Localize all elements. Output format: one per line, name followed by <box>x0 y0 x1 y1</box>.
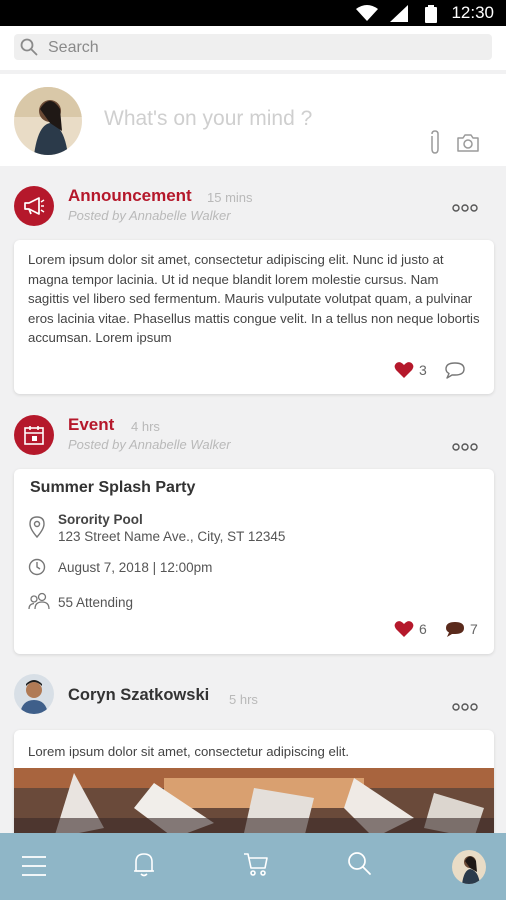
search-input[interactable]: Search <box>14 34 492 60</box>
announcement-post-header: Announcement 15 mins Posted by Annabelle… <box>0 186 506 236</box>
post-photo[interactable] <box>14 768 494 838</box>
post-title: Event <box>68 415 115 434</box>
profile-avatar[interactable] <box>452 850 486 884</box>
calendar-icon <box>24 426 44 445</box>
post-time: 5 hrs <box>229 692 258 707</box>
signal-icon <box>390 5 408 22</box>
event-post-header: Event 4 hrs Posted by Annabelle Walker <box>0 415 506 465</box>
comment-icon[interactable] <box>444 361 466 379</box>
battery-icon <box>425 5 437 23</box>
comment-count: 7 <box>470 621 478 637</box>
status-bar: 12:30 <box>0 0 506 26</box>
announcement-card: Lorem ipsum dolor sit amet, consectetur … <box>14 240 494 394</box>
comment-icon[interactable] <box>444 620 466 638</box>
event-name: Summer Splash Party <box>30 479 196 496</box>
wifi-icon <box>356 5 378 21</box>
bell-icon[interactable] <box>133 851 155 877</box>
people-icon <box>28 592 50 610</box>
location-icon <box>29 516 45 538</box>
post-author: Posted by Annabelle Walker <box>68 208 231 223</box>
more-icon[interactable] <box>452 703 478 711</box>
post-title: Announcement <box>68 186 192 205</box>
more-icon[interactable] <box>452 204 478 212</box>
post-author: Posted by Annabelle Walker <box>68 437 231 452</box>
cart-icon[interactable] <box>243 851 269 877</box>
search-area: Search <box>0 26 506 70</box>
megaphone-icon <box>24 197 45 215</box>
post-body: Lorem ipsum dolor sit amet, consectetur … <box>28 744 350 759</box>
like-count: 3 <box>419 362 427 378</box>
event-card: Summer Splash Party Sorority Pool 123 St… <box>14 469 494 654</box>
event-location-name: Sorority Pool <box>58 512 143 527</box>
heart-icon[interactable] <box>394 361 414 379</box>
avatar[interactable] <box>14 87 82 155</box>
post-composer: What's on your mind ? <box>0 74 506 166</box>
post-author: Coryn Szatkowski <box>68 686 210 704</box>
like-count: 6 <box>419 621 427 637</box>
camera-icon[interactable] <box>456 134 480 152</box>
event-attending: 55 Attending <box>58 595 134 610</box>
search-icon <box>20 38 38 56</box>
bottom-nav <box>0 833 506 900</box>
status-time: 12:30 <box>451 3 494 22</box>
author-avatar[interactable] <box>14 674 54 714</box>
search-nav-icon[interactable] <box>347 851 371 875</box>
composer-prompt[interactable]: What's on your mind ? <box>104 107 312 131</box>
more-icon[interactable] <box>452 443 478 451</box>
event-datetime: August 7, 2018 | 12:00pm <box>58 560 213 575</box>
clock-icon <box>28 558 46 576</box>
post-body: Lorem ipsum dolor sit amet, consectetur … <box>28 252 480 345</box>
menu-icon[interactable] <box>21 855 47 877</box>
event-badge <box>14 415 54 455</box>
event-address: 123 Street Name Ave., City, ST 12345 <box>58 529 286 544</box>
search-placeholder: Search <box>48 39 99 56</box>
post-time: 4 hrs <box>131 419 160 434</box>
user-post-header: Coryn Szatkowski 5 hrs <box>0 674 506 724</box>
user-post-card: Lorem ipsum dolor sit amet, consectetur … <box>14 730 494 840</box>
announcement-badge <box>14 186 54 226</box>
paperclip-icon[interactable] <box>428 130 442 156</box>
heart-icon[interactable] <box>394 620 414 638</box>
post-time: 15 mins <box>207 190 253 205</box>
